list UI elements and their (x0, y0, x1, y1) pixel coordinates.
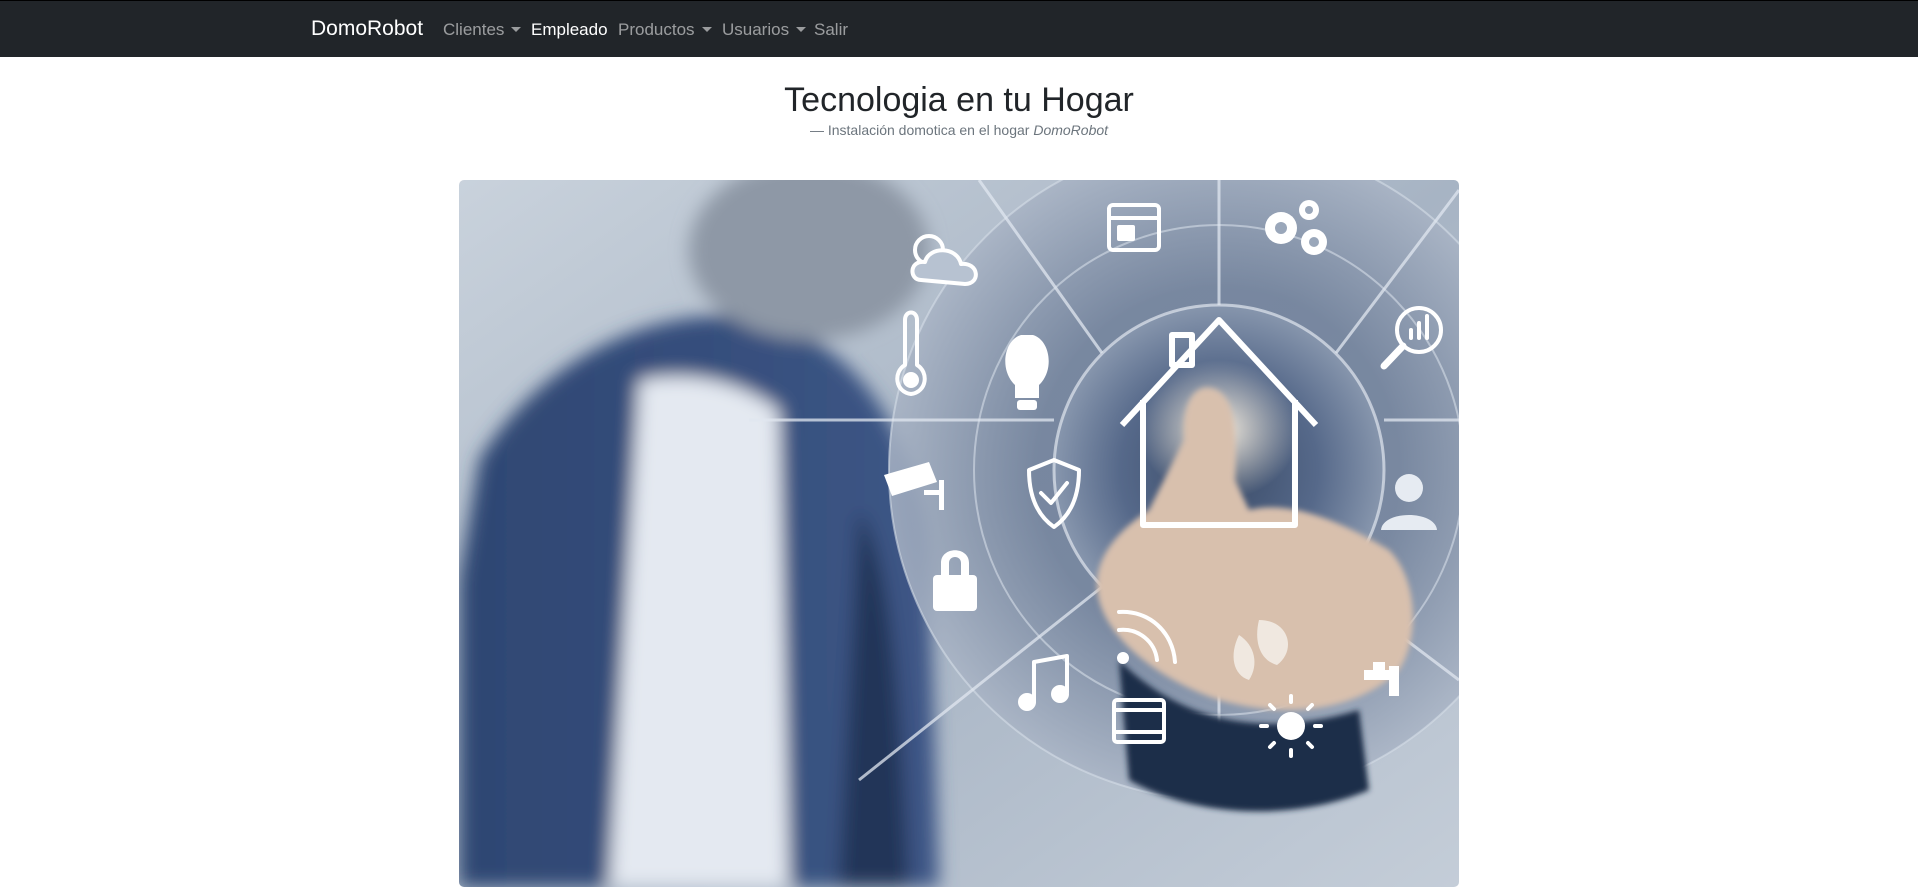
nav-productos-dropdown[interactable]: Productos (618, 20, 712, 40)
caret-down-icon (511, 27, 522, 32)
smart-home-illustration (459, 180, 1459, 887)
brand-link[interactable]: DomoRobot (311, 16, 423, 42)
nav-empleado-link[interactable]: Empleado (531, 20, 608, 40)
hero-image (459, 180, 1459, 887)
subtitle-dash: — (809, 122, 824, 138)
caret-down-icon (796, 27, 807, 32)
nav-productos-label: Productos (618, 20, 695, 39)
subtitle-text: Instalación domotica en el hogar (827, 122, 1030, 138)
top-navbar: DomoRobot Clientes Empleado Productos Us… (0, 0, 1918, 57)
page-subtitle: — Instalación domotica en el hogar DomoR… (0, 121, 1918, 139)
nav-usuarios-dropdown[interactable]: Usuarios (722, 20, 807, 40)
nav-usuarios-label: Usuarios (722, 20, 790, 39)
page-title: Tecnologia en tu Hogar (784, 81, 1134, 119)
subtitle-brand: DomoRobot (1033, 122, 1109, 138)
nav-clientes-dropdown[interactable]: Clientes (443, 20, 522, 40)
caret-down-icon (701, 27, 712, 32)
nav-salir-link[interactable]: Salir (814, 20, 848, 40)
nav-clientes-label: Clientes (443, 20, 505, 39)
